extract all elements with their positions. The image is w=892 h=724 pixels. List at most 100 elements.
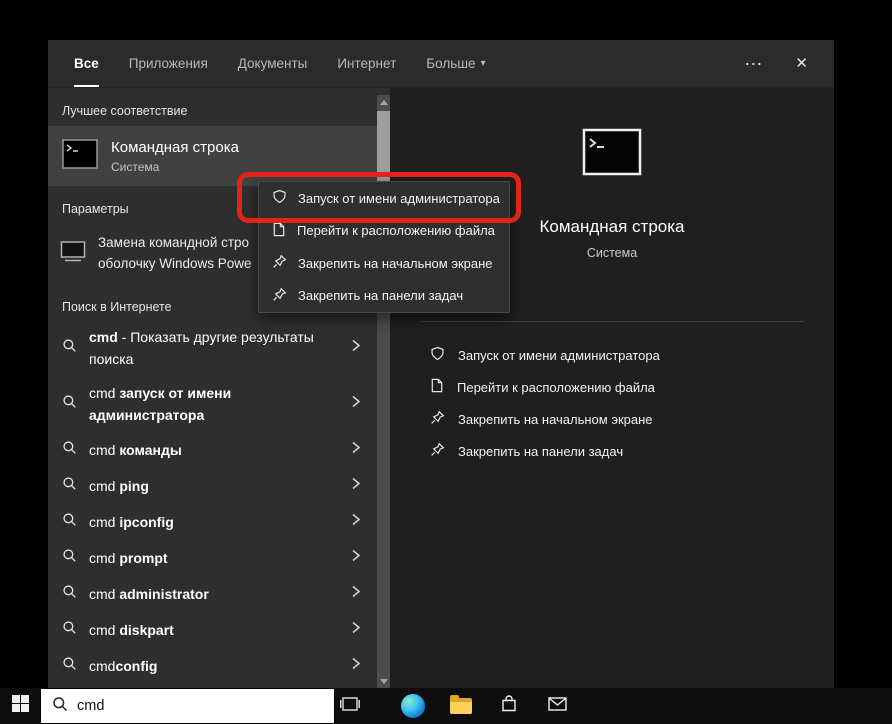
action-label: Перейти к расположению файла xyxy=(457,380,655,395)
best-match-title: Командная строка xyxy=(111,139,239,156)
folder-icon xyxy=(450,698,472,714)
chevron-down-icon: ▾ xyxy=(481,58,486,69)
search-icon xyxy=(62,620,77,640)
tab-web-label: Интернет xyxy=(337,56,396,71)
action-label: Запуск от имени администратора xyxy=(458,348,660,363)
query-text: cmd xyxy=(89,514,115,530)
divider xyxy=(420,321,804,322)
context-open-file-location[interactable]: Перейти к расположению файла xyxy=(259,215,509,248)
search-icon xyxy=(62,656,77,676)
settings-result-line2: оболочку Windows Powe xyxy=(98,253,252,274)
query-text: cmd xyxy=(89,442,115,458)
web-suggestion-row[interactable]: cmd administrator xyxy=(48,576,377,612)
action-pin-to-start[interactable]: Закрепить на начальном экране xyxy=(390,403,834,435)
search-input-value: cmd xyxy=(77,698,104,714)
chevron-right-icon xyxy=(351,657,361,676)
chevron-right-icon xyxy=(351,441,361,460)
preview-actions: Запуск от имени администратора Перейти к… xyxy=(390,339,834,467)
web-suggestions-list: cmd - Показать другие результаты поиска … xyxy=(48,320,390,684)
web-suggestion-row[interactable]: cmd ipconfig xyxy=(48,504,377,540)
terminal-icon xyxy=(62,136,98,177)
search-icon xyxy=(52,696,68,717)
best-match-result[interactable]: Командная строка Система xyxy=(48,126,377,186)
start-button[interactable] xyxy=(0,688,40,724)
web-suggestion-row[interactable]: cmd ping xyxy=(48,468,377,504)
edge-browser-button[interactable] xyxy=(398,688,428,724)
context-pin-to-start[interactable]: Закрепить на начальном экране xyxy=(259,247,509,280)
pin-icon xyxy=(272,287,287,305)
chevron-right-icon xyxy=(351,621,361,640)
action-label: Закрепить на панели задач xyxy=(458,444,623,459)
tab-apps[interactable]: Приложения xyxy=(129,40,208,87)
tab-documents-label: Документы xyxy=(238,56,308,71)
taskbar-search-input[interactable]: cmd xyxy=(40,688,335,724)
filter-tabs-bar: Все Приложения Документы Интернет Больше… xyxy=(48,40,834,88)
tab-documents[interactable]: Документы xyxy=(238,40,308,87)
close-button[interactable]: ✕ xyxy=(795,56,808,71)
context-pin-to-taskbar[interactable]: Закрепить на панели задач xyxy=(259,280,509,313)
context-run-as-admin[interactable]: Запуск от имени администратора xyxy=(259,182,509,215)
screen: Все Приложения Документы Интернет Больше… xyxy=(0,0,892,724)
action-open-file-location[interactable]: Перейти к расположению файла xyxy=(390,371,834,403)
console-window-icon xyxy=(60,240,86,267)
best-match-subtitle: Система xyxy=(111,160,239,174)
chevron-right-icon xyxy=(351,549,361,568)
more-options-button[interactable]: ⋯ xyxy=(744,55,763,73)
web-suggestion-row[interactable]: cmd команды xyxy=(48,432,377,468)
results-pane: Лучшее соответствие Командная строка Сис… xyxy=(48,88,390,688)
completion-text: prompt xyxy=(115,550,167,566)
web-suggestion-row[interactable]: cmd prompt xyxy=(48,540,377,576)
tab-all-label: Все xyxy=(74,56,99,71)
mail-button[interactable] xyxy=(542,688,572,724)
windows-start-icon xyxy=(12,695,29,717)
search-icon xyxy=(62,548,77,568)
chevron-right-icon xyxy=(351,585,361,604)
tab-web[interactable]: Интернет xyxy=(337,40,396,87)
action-run-as-admin[interactable]: Запуск от имени администратора xyxy=(390,339,834,371)
best-match-header: Лучшее соответствие xyxy=(62,104,390,118)
action-pin-to-taskbar[interactable]: Закрепить на панели задач xyxy=(390,435,834,467)
search-icon xyxy=(62,440,77,460)
context-item-label: Запуск от имени администратора xyxy=(298,191,500,206)
web-suggestion-row[interactable]: cmd diskpart xyxy=(48,612,377,648)
web-suggestion-row[interactable]: cmd запуск от имени администратора xyxy=(48,376,377,432)
search-icon xyxy=(62,476,77,496)
store-icon xyxy=(500,695,518,717)
run-as-admin-icon xyxy=(430,346,445,364)
query-text: cmd xyxy=(89,658,115,674)
pin-icon xyxy=(430,410,445,428)
header-controls: ⋯ ✕ xyxy=(744,40,808,87)
completion-text: - Показать другие результаты поиска xyxy=(89,329,314,367)
search-flyout: Все Приложения Документы Интернет Больше… xyxy=(48,40,834,688)
completion-text: administrator xyxy=(115,586,208,602)
scrollbar-up-icon[interactable] xyxy=(377,95,390,109)
tab-more[interactable]: Больше ▾ xyxy=(426,40,485,87)
chevron-right-icon xyxy=(351,339,361,358)
pin-icon xyxy=(272,254,287,272)
chevron-right-icon xyxy=(351,513,361,532)
search-icon xyxy=(62,394,77,414)
mail-icon xyxy=(548,697,567,716)
pin-icon xyxy=(430,442,445,460)
web-suggestion-row[interactable]: cmd - Показать другие результаты поиска xyxy=(48,320,377,376)
taskbar: cmd xyxy=(0,688,892,724)
task-view-icon xyxy=(340,696,360,717)
query-text: cmd xyxy=(89,586,115,602)
file-explorer-button[interactable] xyxy=(446,688,476,724)
preview-pane: Командная строка Система Запуск от имени… xyxy=(390,88,834,688)
store-button[interactable] xyxy=(494,688,524,724)
search-icon xyxy=(62,338,77,358)
query-text: cmd xyxy=(89,329,118,345)
settings-result-line1: Замена командной стро xyxy=(98,232,252,253)
terminal-icon-large xyxy=(582,128,642,181)
context-menu: Запуск от имени администратора Перейти к… xyxy=(258,181,510,313)
tab-all[interactable]: Все xyxy=(74,40,99,87)
web-suggestion-row[interactable]: cmdconfig xyxy=(48,648,377,684)
scrollbar-down-icon[interactable] xyxy=(377,674,390,688)
query-text: cmd xyxy=(89,478,115,494)
chevron-right-icon xyxy=(351,395,361,414)
task-view-button[interactable] xyxy=(335,688,365,724)
completion-text: diskpart xyxy=(115,622,173,638)
context-item-label: Закрепить на панели задач xyxy=(298,288,463,303)
preview-subtitle: Система xyxy=(587,246,637,260)
